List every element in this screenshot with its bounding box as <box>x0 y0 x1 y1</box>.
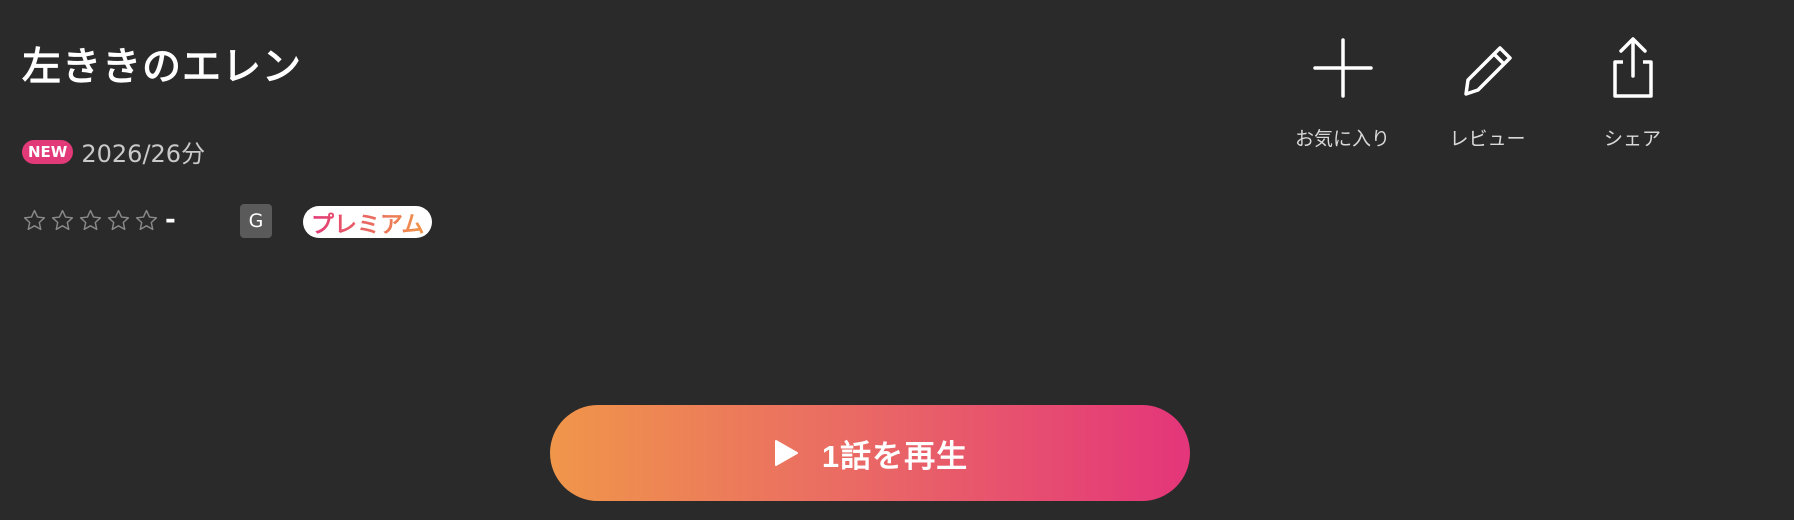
new-badge: NEW <box>22 139 74 164</box>
play-episode-button[interactable]: 1話を再生 <box>550 405 1190 501</box>
plus-icon <box>1312 38 1373 98</box>
share-icon <box>1612 37 1653 98</box>
play-button-label: 1話を再生 <box>821 438 969 474</box>
review-label: レビュー <box>1449 128 1526 150</box>
premium-badge: プレミアム <box>303 205 433 239</box>
favorite-label: お気に入り <box>1294 128 1390 150</box>
play-icon <box>774 440 798 466</box>
share-label: シェア <box>1603 128 1661 150</box>
review-button[interactable]: レビュー <box>1415 34 1560 151</box>
share-button[interactable]: シェア <box>1560 34 1705 151</box>
premium-label: プレミアム <box>311 205 424 239</box>
star-rating <box>22 208 159 233</box>
meta-row: NEW 2026/26分 <box>22 134 205 169</box>
pencil-icon <box>1463 46 1512 96</box>
favorite-button[interactable]: お気に入り <box>1270 34 1415 151</box>
rating-value: - <box>165 205 176 235</box>
rating-row: - G プレミアム <box>22 200 433 240</box>
year-duration: 2026/26分 <box>81 140 206 168</box>
page-title: 左ききのエレン <box>22 45 303 90</box>
star-icon <box>78 208 103 233</box>
star-icon <box>22 208 47 233</box>
star-icon <box>106 208 131 233</box>
star-icon <box>50 208 75 233</box>
star-icon <box>134 208 159 233</box>
title-detail-page: 左ききのエレン NEW 2026/26分 - G プレミアム お気に入り レビュ… <box>0 0 1794 520</box>
action-bar: お気に入り レビュー シェア <box>1270 34 1705 151</box>
age-rating-badge: G <box>240 204 272 238</box>
